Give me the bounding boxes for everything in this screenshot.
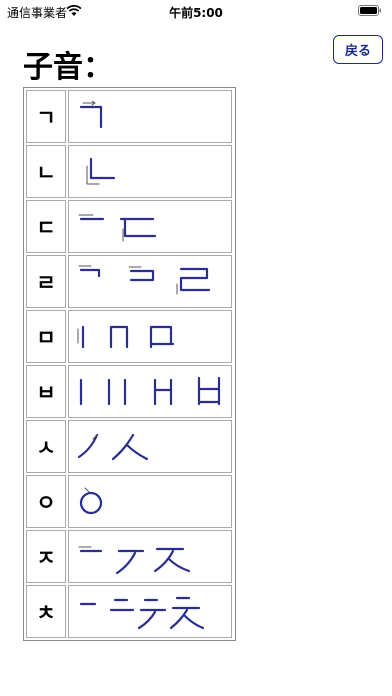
clock-time: 午前5:00 bbox=[169, 6, 223, 20]
status-bar: 通信事業者 午前5:00 bbox=[0, 0, 392, 22]
table-row: ㄷ bbox=[25, 199, 234, 254]
consonant-letter-mieum: ㅁ bbox=[26, 310, 66, 363]
consonant-letter-digeut: ㄷ bbox=[26, 200, 66, 253]
table-row: ㅅ bbox=[25, 419, 234, 474]
stroke-order-bieup bbox=[68, 365, 232, 418]
consonant-stroke-table: ㄱ ㄴ ㄷ ㄹ ㅁ ㅂ ㅅ ㅇ ㅈ ㅊ bbox=[23, 87, 236, 641]
table-row: ㅊ bbox=[25, 584, 234, 639]
page-title: 子音： bbox=[23, 50, 113, 85]
stroke-order-digeut bbox=[68, 200, 232, 253]
consonant-letter-chieut: ㅊ bbox=[26, 585, 66, 638]
consonant-letter-ieung: ㅇ bbox=[26, 475, 66, 528]
stroke-order-chieut bbox=[68, 585, 232, 638]
table-row: ㅈ bbox=[25, 529, 234, 584]
consonant-letter-nieun: ㄴ bbox=[26, 145, 66, 198]
consonant-letter-bieup: ㅂ bbox=[26, 365, 66, 418]
table-row: ㄱ bbox=[25, 89, 234, 144]
table-row: ㅇ bbox=[25, 474, 234, 529]
stroke-order-giyeok bbox=[68, 90, 232, 143]
consonant-letter-rieul: ㄹ bbox=[26, 255, 66, 308]
stroke-order-jieut bbox=[68, 530, 232, 583]
stroke-order-ieung bbox=[68, 475, 232, 528]
back-button[interactable]: 戻る bbox=[333, 35, 383, 64]
table-row: ㄹ bbox=[25, 254, 234, 309]
battery-icon bbox=[358, 5, 382, 16]
consonant-letter-siot: ㅅ bbox=[26, 420, 66, 473]
consonant-letter-giyeok: ㄱ bbox=[26, 90, 66, 143]
table-row: ㅁ bbox=[25, 309, 234, 364]
table-row: ㄴ bbox=[25, 144, 234, 199]
table-row: ㅂ bbox=[25, 364, 234, 419]
stroke-order-siot bbox=[68, 420, 232, 473]
stroke-order-mieum bbox=[68, 310, 232, 363]
stroke-order-rieul bbox=[68, 255, 232, 308]
stroke-order-nieun bbox=[68, 145, 232, 198]
consonant-letter-jieut: ㅈ bbox=[26, 530, 66, 583]
